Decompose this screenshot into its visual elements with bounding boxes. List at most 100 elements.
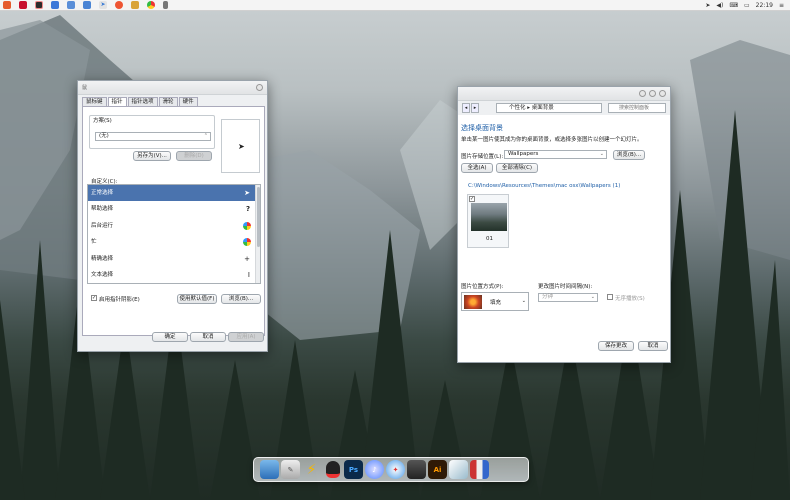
busy-wheel-icon <box>243 221 251 230</box>
chevron-down-icon: ⌄ <box>599 151 604 157</box>
search-input[interactable]: 搜索控制面板 <box>608 103 666 113</box>
shuffle-checkbox[interactable] <box>607 294 613 300</box>
chat-icon[interactable]: ▭ <box>744 2 750 9</box>
pointer-arrow-icon: ➤ <box>238 142 245 151</box>
mouse-dialog-title: 鼠 <box>82 85 88 91</box>
mouse-properties-dialog: 鼠 鼠标键 指针 指针选项 滑轮 硬件 方案(S) (无) ⌃ 另存为(V)..… <box>77 80 268 352</box>
busy-wheel-icon <box>243 238 251 247</box>
minimize-icon[interactable] <box>639 90 646 97</box>
close-icon[interactable] <box>659 90 666 97</box>
tab-buttons[interactable]: 鼠标键 <box>82 97 107 106</box>
pointers-panel: 方案(S) (无) ⌃ 另存为(V)... 删除(D) ➤ 自定义(C): 正常… <box>82 106 265 336</box>
cp-content: 选择桌面背景 单击某一图片使其成为你的桌面背景，或选择多张图片以创建一个幻灯片。… <box>458 115 670 362</box>
safari-icon[interactable]: ✦ <box>386 460 405 479</box>
dock: ✎ ⚡ Ps ♪ ✦ Ai <box>253 457 529 482</box>
illustrator-icon[interactable]: Ai <box>428 460 447 479</box>
cancel-button[interactable]: 取消 <box>190 332 226 342</box>
clear-all-button[interactable]: 全部清除(C) <box>496 163 538 173</box>
apply-button[interactable]: 应用(A) <box>228 332 264 342</box>
folder-path[interactable]: C:\Windows\Resources\Themes\mac osx\Wall… <box>468 183 620 189</box>
fill-image-icon <box>464 295 482 309</box>
interval-select[interactable]: 分钟 ⌄ <box>538 293 598 302</box>
scheme-value: (无) <box>99 133 109 139</box>
cp-cancel-button[interactable]: 取消 <box>638 341 668 351</box>
location-select[interactable]: Wallpapers ⌄ <box>504 150 607 159</box>
position-select[interactable]: 填充 ⌄ <box>461 292 529 311</box>
save-changes-button[interactable]: 保存更改 <box>598 341 634 351</box>
finder-icon[interactable] <box>260 460 279 479</box>
address-path: 个性化 ▸ 桌面背景 <box>509 105 554 111</box>
list-item[interactable]: 帮助选择 ? <box>88 201 260 217</box>
select-all-button[interactable]: 全选(A) <box>461 163 493 173</box>
delete-button[interactable]: 删除(D) <box>176 151 212 161</box>
books-icon[interactable] <box>470 460 489 479</box>
phone-icon[interactable] <box>163 1 168 9</box>
tab-wheel[interactable]: 滑轮 <box>158 97 178 106</box>
page-title: 选择桌面背景 <box>461 124 503 132</box>
close-icon[interactable] <box>256 84 263 91</box>
scheme-label: 方案(S) <box>93 118 112 124</box>
thumb-image <box>471 203 507 231</box>
volume-icon[interactable]: ◀) <box>716 2 723 9</box>
shuffle-label: 无序播放(S) <box>615 296 645 302</box>
menu-icon[interactable]: ≡ <box>779 2 784 9</box>
photoshop-icon[interactable]: Ps <box>344 460 363 479</box>
mouse-dialog-titlebar[interactable]: 鼠 <box>78 81 267 95</box>
winamp-icon[interactable]: ⚡ <box>302 460 321 479</box>
keyboard-icon[interactable]: ⌨ <box>729 2 738 9</box>
itunes-icon[interactable]: ♪ <box>365 460 384 479</box>
send-icon[interactable]: ➤ <box>99 1 107 9</box>
system-tray: ➤ ◀) ⌨ ▭ 22:19 ≡ <box>699 1 784 10</box>
text-cursor-icon: I <box>247 270 250 279</box>
thumb-checkbox[interactable]: ✓ <box>469 196 475 202</box>
save-as-button[interactable]: 另存为(V)... <box>133 151 171 161</box>
use-default-button[interactable]: 使用默认值(F) <box>177 294 217 304</box>
list-item[interactable]: 正常选择 ➤ <box>88 185 260 202</box>
qq-icon[interactable] <box>323 460 342 479</box>
cube-icon[interactable] <box>449 460 468 479</box>
list-item[interactable]: 文本选择 I <box>88 267 260 283</box>
list-item[interactable]: 后台运行 <box>88 218 260 234</box>
document-icon[interactable] <box>83 1 91 9</box>
crosshair-cursor-icon: + <box>244 254 250 263</box>
chevron-down-icon: ⌄ <box>590 294 595 300</box>
location-browse-button[interactable]: 浏览(B)... <box>613 150 645 160</box>
chevron-down-icon: ⌃ <box>203 133 208 139</box>
tools-icon[interactable]: ✎ <box>281 460 300 479</box>
forward-button[interactable]: ▸ <box>471 103 479 113</box>
back-button[interactable]: ◂ <box>462 103 470 113</box>
list-item[interactable]: 精确选择 + <box>88 251 260 267</box>
360-icon[interactable] <box>115 1 123 9</box>
window-icon[interactable] <box>67 1 75 9</box>
shadow-checkbox[interactable]: ✓ <box>91 295 97 301</box>
shadow-label: 启用指针阴影(E) <box>99 297 140 303</box>
browse-button[interactable]: 浏览(B)... <box>221 294 261 304</box>
tab-hardware[interactable]: 硬件 <box>178 97 198 106</box>
maximize-icon[interactable] <box>649 90 656 97</box>
pointer-preview: ➤ <box>221 119 260 173</box>
shield-icon[interactable] <box>51 1 59 9</box>
tab-pointer-options[interactable]: 指针选项 <box>127 97 158 106</box>
ok-button[interactable]: 确定 <box>152 332 188 342</box>
office-icon[interactable] <box>3 1 11 9</box>
wallpaper-thumb[interactable]: ✓ 01 <box>467 194 509 248</box>
cursor-list-scrollbar[interactable] <box>255 185 260 283</box>
position-label: 图片位置方式(P): <box>461 284 504 290</box>
scheme-select[interactable]: (无) ⌃ <box>95 132 211 141</box>
chrome-icon[interactable] <box>147 1 155 9</box>
clock-time[interactable]: 22:19 <box>756 2 773 9</box>
arrow-cursor-icon: ➤ <box>244 189 250 197</box>
folder-icon[interactable] <box>131 1 139 9</box>
cursor-list[interactable]: 正常选择 ➤ 帮助选择 ? 后台运行 忙 精确选择 + 文本选择 I <box>87 184 261 284</box>
thumb-label: 01 <box>486 236 493 242</box>
contacts-icon[interactable] <box>407 460 426 479</box>
desktop-background-window: ◂ ▸ 个性化 ▸ 桌面背景 搜索控制面板 选择桌面背景 单击某一图片使其成为你… <box>457 86 671 363</box>
orange-app-icon[interactable] <box>35 1 43 9</box>
cp-titlebar[interactable] <box>458 87 670 101</box>
location-icon[interactable]: ➤ <box>705 2 710 9</box>
description-text: 单击某一图片使其成为你的桌面背景，或选择多张图片以创建一个幻灯片。 <box>461 137 643 143</box>
red-app-icon[interactable] <box>19 1 27 9</box>
address-bar[interactable]: 个性化 ▸ 桌面背景 <box>496 103 602 113</box>
top-menubar: ➤ ➤ ◀) ⌨ ▭ 22:19 ≡ <box>0 0 790 11</box>
list-item[interactable]: 忙 <box>88 234 260 250</box>
